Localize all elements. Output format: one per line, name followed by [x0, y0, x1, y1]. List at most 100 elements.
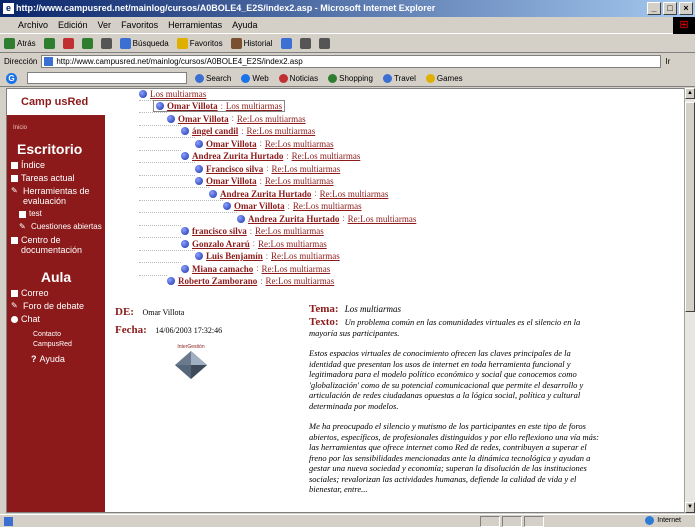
thread-author-link[interactable]: Omar Villota: [206, 139, 257, 149]
thread-subject-link[interactable]: Re:Los multiarmas: [265, 276, 334, 286]
thread-author-link[interactable]: Francisco silva: [206, 164, 263, 174]
thread-author-link[interactable]: francisco silva: [192, 226, 247, 236]
toolbar-button[interactable]: [81, 38, 93, 49]
thread-subject-link[interactable]: Re:Los multiarmas: [292, 151, 361, 161]
sidebar-item[interactable]: ✎ Foro de debate: [7, 301, 105, 311]
bullet-icon: [11, 290, 18, 297]
thread-row[interactable]: Omar Villota: Re:Los multiarmas: [139, 112, 306, 125]
toolbar-button[interactable]: Búsqueda: [119, 38, 169, 49]
thread-subject-link[interactable]: Re:Los multiarmas: [348, 214, 417, 224]
google-icon[interactable]: G: [6, 72, 17, 84]
sidebar-item[interactable]: Centro de documentación: [7, 235, 105, 255]
thread-author-link[interactable]: ángel candil: [192, 126, 238, 136]
thread-row[interactable]: Francisco silva: Re:Los multiarmas: [139, 162, 340, 175]
toolbar-button[interactable]: [280, 38, 292, 49]
toolbar-button[interactable]: Favoritos: [176, 38, 223, 49]
address-input[interactable]: http://www.campusred.net/mainlog/cursos/…: [41, 55, 662, 68]
back-arrow-icon: [4, 38, 15, 49]
thread-author-link[interactable]: Roberto Zamborano: [178, 276, 257, 286]
thread-row[interactable]: francisco silva: Re:Los multiarmas: [139, 224, 324, 238]
scroll-thumb[interactable]: [685, 102, 695, 312]
thread-subject-link[interactable]: Re:Los multiarmas: [271, 164, 340, 174]
toolbar-button[interactable]: Atrás: [4, 38, 36, 49]
toolbar-button[interactable]: [100, 38, 112, 49]
thread-author-link[interactable]: Gonzalo Ararú: [192, 239, 250, 249]
toolbar-button[interactable]: [299, 38, 311, 49]
thread-subject-link[interactable]: Re:Los multiarmas: [320, 189, 389, 199]
campusred-logo[interactable]: Camp usRed: [7, 89, 105, 115]
thread-row[interactable]: Luis Benjamín: Re:Los multiarmas: [139, 249, 340, 263]
close-button[interactable]: ×: [679, 2, 693, 15]
search-toolbar-games-button[interactable]: Games: [425, 73, 463, 83]
thread-author-link[interactable]: Luis Benjamín: [206, 251, 263, 261]
vertical-scrollbar[interactable]: ▲ ▼: [684, 88, 695, 513]
thread-row[interactable]: ángel candil: Re:Los multiarmas: [139, 124, 316, 138]
thread-subject-link[interactable]: Los multiarmas: [150, 89, 206, 99]
sidebar-item[interactable]: Tareas actual: [7, 173, 105, 183]
thread-row[interactable]: Andrea Zurita Hurtado: Re:Los multiarmas: [139, 149, 361, 163]
sidebar-item-ayuda[interactable]: ? Ayuda: [7, 354, 105, 364]
thread-row[interactable]: Omar Villota: Re:Los multiarmas: [139, 174, 334, 188]
maximize-button[interactable]: □: [663, 2, 677, 15]
sidebar-item[interactable]: ✎ Cuestiones abiertas: [7, 222, 105, 232]
thread-subject-link[interactable]: Re:Los multiarmas: [247, 126, 316, 136]
thread-row[interactable]: Omar Villota: Re:Los multiarmas: [139, 199, 362, 213]
thread-author-link[interactable]: Andrea Zurita Hurtado: [192, 151, 283, 161]
sidebar-item-campusred[interactable]: CampusRed: [7, 340, 105, 350]
home-icon: [100, 38, 112, 49]
thread-row[interactable]: Andrea Zurita Hurtado: Re:Los multiarmas: [139, 187, 389, 200]
thread-row[interactable]: Miana camacho: Re:Los multiarmas: [139, 262, 330, 275]
thread-row[interactable]: Omar Villota: Re:Los multiarmas: [139, 137, 334, 150]
minimize-button[interactable]: _: [647, 2, 661, 15]
thread-row[interactable]: Los multiarmas: [139, 89, 206, 100]
thread-author-link[interactable]: Omar Villota: [178, 114, 229, 124]
thread-subject-link[interactable]: Re:Los multiarmas: [255, 226, 324, 236]
thread-subject-link[interactable]: Los multiarmas: [226, 101, 282, 111]
thread-subject-link[interactable]: Re:Los multiarmas: [261, 264, 330, 274]
sidebar-inicio-link[interactable]: Inicio: [7, 125, 105, 131]
thread-subject-link[interactable]: Re:Los multiarmas: [258, 239, 327, 249]
thread-subject-link[interactable]: Re:Los multiarmas: [293, 201, 362, 211]
menu-item[interactable]: Ver: [98, 20, 112, 30]
thread-row[interactable]: Omar Villota: Los multiarmas: [139, 99, 286, 113]
thread-row[interactable]: Andrea Zurita Hurtado: Re:Los multiarmas: [139, 212, 417, 225]
thread-row[interactable]: Roberto Zamborano: Re:Los multiarmas: [139, 274, 334, 288]
thread-author-link[interactable]: Omar Villota: [206, 176, 257, 186]
menu-item[interactable]: Ayuda: [232, 20, 257, 30]
menu-item[interactable]: Favoritos: [121, 20, 158, 30]
sidebar-item[interactable]: Correo: [7, 288, 105, 298]
sidebar-item[interactable]: Chat: [7, 314, 105, 324]
menu-item[interactable]: Archivo: [18, 20, 48, 30]
search-toolbar-noticias-button[interactable]: Noticias: [278, 73, 318, 83]
thread-author-link[interactable]: Omar Villota: [167, 101, 218, 111]
menu-item[interactable]: Herramientas: [168, 20, 222, 30]
search-toolbar-travel-button[interactable]: Travel: [382, 73, 416, 83]
thread-subject-link[interactable]: Re:Los multiarmas: [265, 139, 334, 149]
toolbar-button[interactable]: [318, 38, 330, 49]
toolbar-button[interactable]: [43, 38, 55, 49]
thread-author-link[interactable]: Omar Villota: [234, 201, 285, 211]
thread-subject-link[interactable]: Re:Los multiarmas: [237, 114, 306, 124]
search-toolbar-web-button[interactable]: Web: [241, 73, 269, 83]
go-button[interactable]: Ir: [665, 57, 670, 66]
sidebar-item-contacto[interactable]: Contacto: [7, 330, 105, 340]
search-toolbar-search-button[interactable]: Search: [195, 73, 231, 83]
scroll-up-icon[interactable]: ▲: [685, 88, 695, 99]
travel-icon: [382, 73, 392, 83]
scroll-down-icon[interactable]: ▼: [685, 502, 695, 513]
thread-subject-link[interactable]: Re:Los multiarmas: [271, 251, 340, 261]
sidebar-item[interactable]: test: [7, 209, 105, 219]
sidebar-item[interactable]: ✎ Herramientas de evaluación: [7, 186, 105, 206]
thread-row[interactable]: Gonzalo Ararú: Re:Los multiarmas: [139, 237, 327, 250]
search-toolbar-shopping-button[interactable]: Shopping: [328, 73, 373, 83]
sidebar-item[interactable]: Índice: [7, 160, 105, 170]
thread-author-link[interactable]: Miana camacho: [192, 264, 253, 274]
toolbar-button[interactable]: [62, 38, 74, 49]
toolbar-button[interactable]: Historial: [230, 38, 273, 49]
thread-subject-link[interactable]: Re:Los multiarmas: [265, 176, 334, 186]
search-toolbar-input[interactable]: [27, 72, 187, 84]
thread-author-link[interactable]: Andrea Zurita Hurtado: [248, 214, 339, 224]
course-sidebar: Camp usRed Inicio Escritorio Índice Tarea…: [7, 89, 105, 512]
menu-item[interactable]: Edición: [58, 20, 88, 30]
thread-author-link[interactable]: Andrea Zurita Hurtado: [220, 189, 311, 199]
